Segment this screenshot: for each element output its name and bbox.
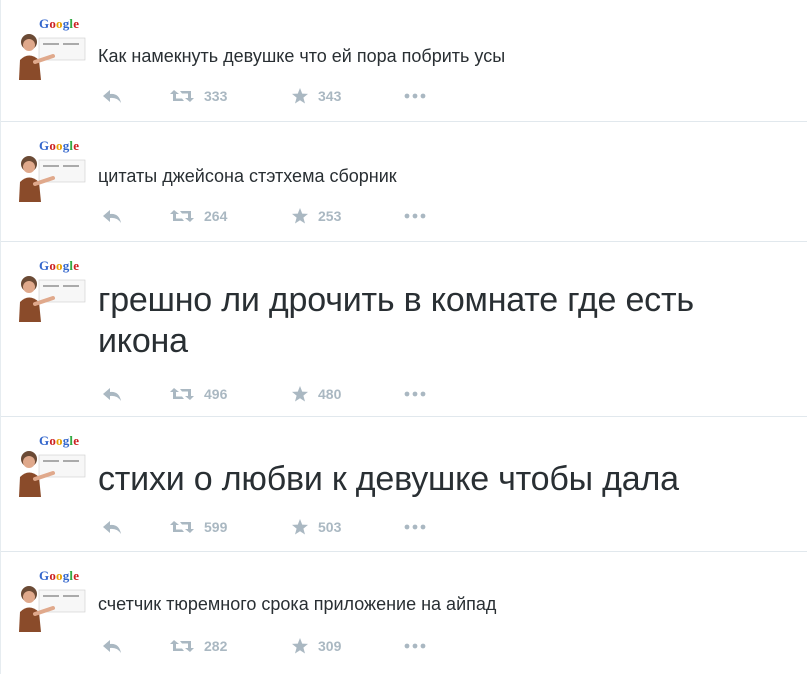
logo-letter: G: [39, 258, 50, 273]
tweet-actions: 599 503: [101, 517, 441, 537]
retweet-button[interactable]: 333: [169, 86, 227, 106]
logo-letter: e: [73, 16, 80, 31]
more-button[interactable]: [403, 636, 427, 656]
tweet[interactable]: Google стихи о любви к девушке чтобы дал…: [1, 417, 807, 552]
more-button[interactable]: [403, 517, 427, 537]
more-dots-icon: [404, 213, 426, 219]
reply-icon: [103, 640, 121, 653]
retweet-button[interactable]: 264: [169, 206, 227, 226]
person-image: [19, 156, 86, 202]
tweet-text: цитаты джейсона стэтхема сборник: [98, 166, 397, 186]
retweet-count: 333: [204, 88, 228, 104]
person-image: [19, 451, 86, 497]
avatar[interactable]: Google: [17, 138, 87, 202]
more-dots-icon: [404, 93, 426, 99]
star-icon: [292, 88, 308, 104]
tweet-actions: 282 309: [101, 636, 441, 656]
star-icon: [292, 519, 308, 535]
retweet-count: 264: [204, 208, 228, 224]
star-icon: [292, 386, 308, 402]
retweet-icon: [170, 521, 194, 533]
favorite-button[interactable]: 503: [291, 517, 341, 537]
tweet-actions: 333 343: [101, 86, 441, 106]
logo-letter: G: [39, 433, 50, 448]
more-button[interactable]: [403, 384, 427, 404]
tweet-actions: 264 253: [101, 206, 441, 226]
avatar[interactable]: Google: [17, 16, 87, 80]
tweet-text: Как намекнуть девушке что ей пора побрит…: [98, 46, 506, 66]
logo-letter: o: [49, 568, 57, 583]
favorite-button[interactable]: 343: [291, 86, 341, 106]
logo-letter: G: [39, 568, 50, 583]
logo-letter: e: [73, 568, 80, 583]
retweet-icon: [170, 640, 194, 652]
avatar[interactable]: Google: [17, 433, 87, 497]
logo-letter: G: [39, 16, 50, 31]
more-button[interactable]: [403, 86, 427, 106]
reply-button[interactable]: [101, 206, 123, 226]
tweet[interactable]: Google Как намекнуть девушке что ей пора…: [1, 0, 807, 122]
person-image: [19, 276, 86, 322]
logo-letter: o: [49, 258, 57, 273]
tweet-text: стихи о любви к девушке чтобы дала: [98, 460, 679, 498]
reply-icon: [103, 388, 121, 401]
tweet-text: грешно ли дрочить в комнате где есть ико…: [98, 281, 694, 361]
logo-letter: o: [56, 16, 63, 31]
more-dots-icon: [404, 391, 426, 397]
tweet-text: счетчик тюремного срока приложение на ай…: [98, 594, 497, 614]
retweet-count: 282: [204, 638, 228, 654]
star-icon: [292, 208, 308, 224]
retweet-icon: [170, 90, 194, 102]
retweet-count: 496: [204, 386, 228, 402]
logo-letter: o: [56, 568, 63, 583]
logo-letter: e: [73, 138, 80, 153]
favorite-button[interactable]: 253: [291, 206, 341, 226]
tweet[interactable]: Google грешно ли дрочить в комнате где е…: [1, 242, 807, 417]
logo-letter: o: [49, 16, 57, 31]
logo-letter: G: [39, 138, 50, 153]
reply-button[interactable]: [101, 384, 123, 404]
reply-icon: [103, 210, 121, 223]
favorite-button[interactable]: 480: [291, 384, 341, 404]
tweet[interactable]: Google счетчик тюремного срока приложени…: [1, 552, 807, 674]
retweet-icon: [170, 210, 194, 222]
reply-button[interactable]: [101, 636, 123, 656]
logo-letter: o: [56, 433, 63, 448]
retweet-button[interactable]: 496: [169, 384, 227, 404]
retweet-button[interactable]: 282: [169, 636, 227, 656]
avatar[interactable]: Google: [17, 258, 87, 322]
logo-letter: e: [73, 433, 80, 448]
person-image: [19, 586, 86, 632]
logo-letter: e: [73, 258, 80, 273]
reply-icon: [103, 90, 121, 103]
avatar[interactable]: Google: [17, 568, 87, 632]
star-icon: [292, 638, 308, 654]
tweet-feed: Google Как намекнуть девушке что ей пора…: [0, 0, 807, 674]
retweet-button[interactable]: 599: [169, 517, 227, 537]
reply-icon: [103, 521, 121, 534]
more-dots-icon: [404, 524, 426, 530]
favorite-button[interactable]: 309: [291, 636, 341, 656]
tweet[interactable]: Google цитаты джейсона стэтхема сборник …: [1, 122, 807, 242]
retweet-count: 599: [204, 519, 228, 535]
favorite-count: 503: [318, 519, 342, 535]
tweet-actions: 496 480: [101, 384, 441, 404]
more-button[interactable]: [403, 206, 427, 226]
more-dots-icon: [404, 643, 426, 649]
favorite-count: 343: [318, 88, 342, 104]
favorite-count: 309: [318, 638, 342, 654]
logo-letter: o: [49, 433, 57, 448]
person-image: [19, 34, 86, 80]
logo-letter: o: [49, 138, 57, 153]
reply-button[interactable]: [101, 86, 123, 106]
retweet-icon: [170, 388, 194, 400]
reply-button[interactable]: [101, 517, 123, 537]
logo-letter: o: [56, 258, 63, 273]
favorite-count: 480: [318, 386, 342, 402]
logo-letter: o: [56, 138, 63, 153]
favorite-count: 253: [318, 208, 342, 224]
